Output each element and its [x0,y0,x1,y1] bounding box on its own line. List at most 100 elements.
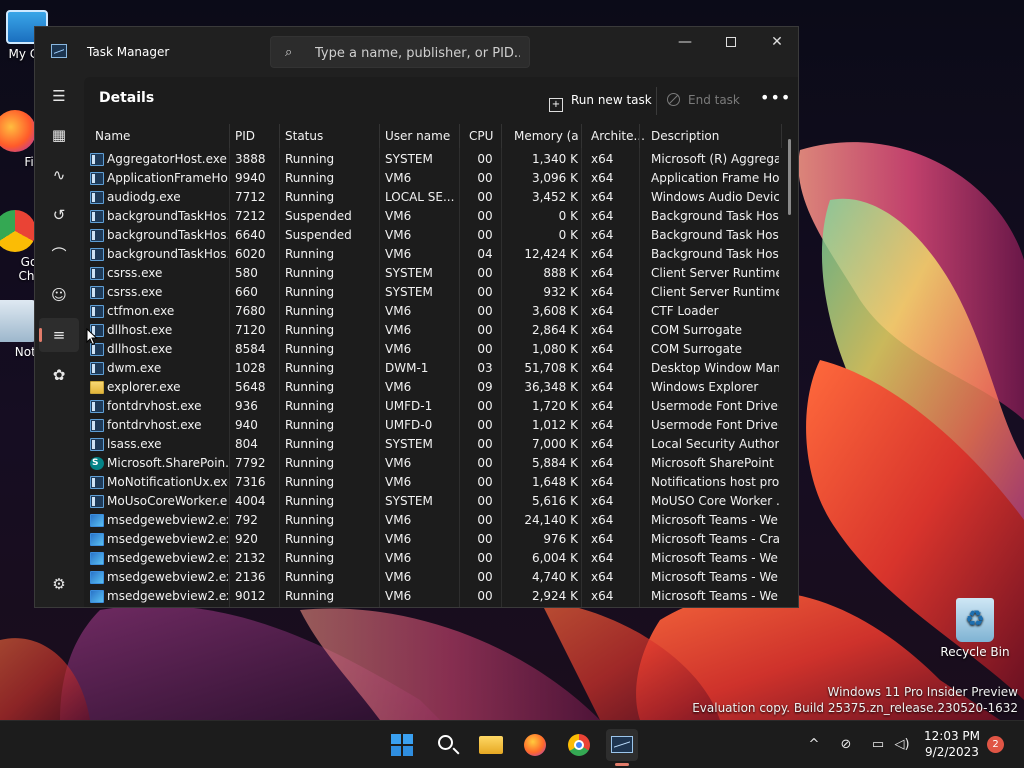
cell-cpu: 00 [465,302,505,321]
column-header-description[interactable]: Description [651,124,779,148]
title-bar[interactable]: Task Manager ⌕ — ✕ [35,27,798,77]
table-row[interactable]: audiodg.exe 7712 Running LOCAL SE... 00 3,452… [84,188,784,207]
show-hidden-icons-button[interactable]: ^ [804,735,824,755]
cell-memory: 24,140 K [507,511,578,530]
cell-architecture: x64 [591,226,646,245]
chrome-icon [0,210,36,252]
column-divider[interactable] [229,124,230,148]
table-row[interactable]: backgroundTaskHos... 6020 Running VM6 04 12,4… [84,245,784,264]
end-task-button[interactable]: End task [667,85,740,115]
nav-item-startup-apps[interactable]: ⌒ [39,238,79,272]
cell-status-text: Running [285,380,335,394]
column-divider[interactable] [581,124,582,148]
column-divider[interactable] [639,124,640,148]
column-header-cpu[interactable]: CPU [465,124,505,148]
network-status-button[interactable]: ⊘ [836,735,856,755]
table-row[interactable]: fontdrvhost.exe 940 Running UMFD-0 00 1,012 K… [84,416,784,435]
gear-icon: ⚙ [52,575,66,593]
taskbar-file-explorer[interactable] [475,729,507,761]
cell-user-name-text: SYSTEM [385,266,433,280]
cell-memory: 0 K [507,207,578,226]
column-divider[interactable] [501,124,502,148]
table-row[interactable]: Microsoft.SharePoin... 7792 Running VM6 00 5,… [84,454,784,473]
table-row[interactable]: msedgewebview2.exe 9012 Running VM6 00 2,924 … [84,587,784,606]
table-row[interactable]: msedgewebview2.exe 792 Running VM6 00 24,140 … [84,511,784,530]
cell-architecture: x64 [591,302,646,321]
volume-button[interactable]: ◁) [892,735,912,755]
table-row[interactable]: explorer.exe 5648 Running VM6 09 36,348 K x64 W… [84,378,784,397]
cell-architecture-text: x64 [591,285,614,299]
table-row[interactable]: dllhost.exe 7120 Running VM6 00 2,864 K x64 COM… [84,321,784,340]
maximize-button[interactable] [708,27,754,57]
table-row[interactable]: MoUsoCoreWorker.e... 4004 Running SYSTEM 00 5… [84,492,784,511]
table-row[interactable]: csrss.exe 580 Running SYSTEM 00 888 K x64 Clien… [84,264,784,283]
chevron-up-icon: ^ [808,737,820,752]
cell-status: Running [285,378,380,397]
table-row[interactable]: backgroundTaskHos... 7212 Suspended VM6 00 0 … [84,207,784,226]
cell-memory: 7,000 K [507,435,578,454]
table-row[interactable]: AggregatorHost.exe 3888 Running SYSTEM 00 1,3… [84,150,784,169]
search-input[interactable] [315,43,520,63]
table-row[interactable]: fontdrvhost.exe 936 Running UMFD-1 00 1,720 K… [84,397,784,416]
taskbar-firefox[interactable] [519,729,551,761]
cell-memory: 12,424 K [507,245,578,264]
nav-item-app-history[interactable]: ↺ [39,198,79,232]
table-row[interactable]: ApplicationFrameHo... 9940 Running VM6 00 3,0… [84,169,784,188]
taskbar-task-manager[interactable] [606,729,638,761]
nav-item-details[interactable]: ≡ [39,318,79,352]
nav-item-settings[interactable]: ⚙ [39,567,79,601]
cell-cpu-text: 00 [477,171,493,185]
table-row[interactable]: lsass.exe 804 Running SYSTEM 00 7,000 K x64 Loc… [84,435,784,454]
notepad-icon [0,300,36,342]
table-row[interactable]: backgroundTaskHos... 6640 Suspended VM6 00 0 … [84,226,784,245]
table-row[interactable]: msedgewebview2.exe 2132 Running VM6 00 6,004 … [84,549,784,568]
windows-watermark: Windows 11 Pro Insider Preview Evaluatio… [692,684,1018,716]
cell-description: Microsoft Teams - We... [651,511,779,530]
cell-pid: 8584 [235,340,283,359]
notification-badge[interactable]: 2 [987,736,1004,753]
column-header-user-name[interactable]: User name [385,124,462,148]
column-header-pid[interactable]: PID [235,124,283,148]
cell-user-name-text: VM6 [385,304,412,318]
table-row[interactable]: MoNotificationUx.exe 7316 Running VM6 00 1,64… [84,473,784,492]
column-header-name[interactable]: Name [90,124,228,148]
minimize-button[interactable]: — [662,27,708,57]
vertical-scrollbar[interactable] [788,139,791,215]
column-header-memory[interactable]: Memory (a... [507,124,578,148]
column-header-architecture[interactable]: Archite... [591,124,646,148]
taskbar-search-button[interactable] [431,729,463,761]
search-box[interactable]: ⌕ [270,36,530,68]
table-row[interactable]: dwm.exe 1028 Running DWM-1 03 51,708 K x64 Desk… [84,359,784,378]
cell-memory-text: 1,012 K [531,418,578,432]
nav-item-services[interactable]: ✿ [39,358,79,392]
cell-pid-text: 5648 [235,380,266,394]
nav-menu-button[interactable]: ☰ [39,79,79,113]
cell-name-text: backgroundTaskHos... [107,209,228,223]
column-divider[interactable] [781,124,782,148]
cell-pid: 792 [235,511,283,530]
cell-user-name-text: UMFD-0 [385,418,433,432]
nav-item-processes[interactable]: ▦ [39,118,79,152]
table-row[interactable]: csrss.exe 660 Running SYSTEM 00 932 K x64 Clien… [84,283,784,302]
close-button[interactable]: ✕ [754,27,800,57]
cell-description-text: Microsoft Teams - We... [651,589,779,603]
nav-item-performance[interactable]: ∿ [39,158,79,192]
table-row[interactable]: msedgewebview2.exe 2136 Running VM6 00 4,740 … [84,568,784,587]
table-row[interactable]: ctfmon.exe 7680 Running VM6 00 3,608 K x64 CTF … [84,302,784,321]
display-button[interactable]: ▭ [868,735,888,755]
table-row[interactable]: msedgewebview2.exe 920 Running VM6 00 976 K x6… [84,530,784,549]
start-button[interactable] [386,729,418,761]
column-divider[interactable] [379,124,380,148]
cell-user-name-text: VM6 [385,570,412,584]
cell-status-text: Running [285,494,335,508]
nav-item-users[interactable]: ☺ [39,278,79,312]
column-divider[interactable] [279,124,280,148]
run-new-task-button[interactable]: + Run new task [543,85,658,115]
desktop-icon-recycle-bin[interactable]: ♻ Recycle Bin [940,598,1010,659]
more-options-button[interactable]: ••• [760,85,790,115]
clock[interactable]: 12:03 PM 9/2/2023 [918,728,986,760]
column-header-status[interactable]: Status [285,124,380,148]
table-row[interactable]: dllhost.exe 8584 Running VM6 00 1,080 K x64 COM… [84,340,784,359]
column-divider[interactable] [459,124,460,148]
taskbar-chrome[interactable] [563,729,595,761]
